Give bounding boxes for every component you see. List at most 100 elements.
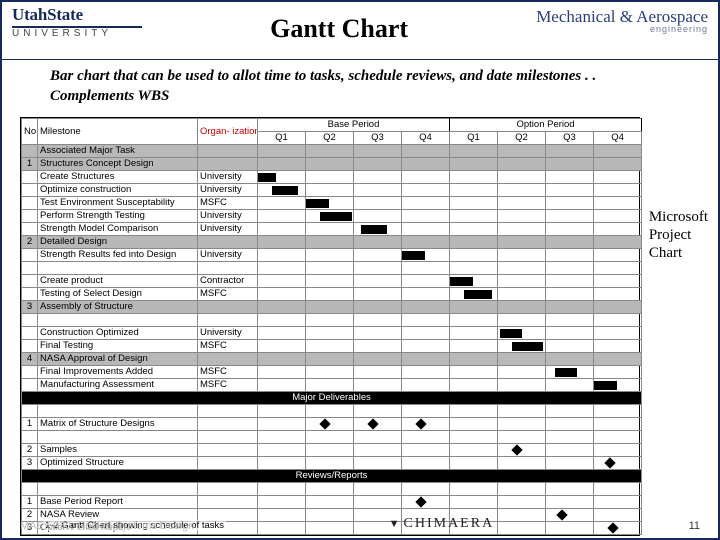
- cell-quarter: [498, 196, 546, 209]
- cell-quarter: [258, 495, 306, 508]
- cell-quarter: [498, 287, 546, 300]
- task-row: Testing of Select DesignMSFC: [22, 287, 642, 300]
- slide-subtitle: Bar chart that can be used to allot time…: [2, 60, 718, 115]
- task-row: 4NASA Approval of Design: [22, 352, 642, 365]
- cell-org: [198, 261, 258, 274]
- cell-quarter: [498, 417, 546, 430]
- task-row: Strength Results fed into DesignUniversi…: [22, 248, 642, 261]
- cell-no: [22, 339, 38, 352]
- cell-quarter: [546, 287, 594, 300]
- cell-org: University: [198, 209, 258, 222]
- side-annotation-l1: Microsoft: [649, 208, 708, 226]
- cell-org: MSFC: [198, 378, 258, 391]
- cell-quarter: [594, 456, 642, 469]
- cell-quarter: [354, 183, 402, 196]
- cell-org: University: [198, 248, 258, 261]
- gantt-bar: [500, 329, 521, 338]
- cell-quarter: [546, 482, 594, 495]
- cell-label: Final Improvements Added: [38, 365, 198, 378]
- cell-quarter: [402, 352, 450, 365]
- deliverable-row: 3Optimized Structure: [22, 456, 642, 469]
- cell-quarter: [450, 235, 498, 248]
- gantt-bar: [512, 342, 543, 351]
- cell-label: Matrix of Structure Designs: [38, 417, 198, 430]
- cell-quarter: [306, 235, 354, 248]
- cell-org: University: [198, 170, 258, 183]
- cell-quarter: [306, 430, 354, 443]
- cell-quarter: [594, 352, 642, 365]
- cell-quarter: [306, 300, 354, 313]
- cell-quarter: [354, 144, 402, 157]
- cell-quarter: [594, 339, 642, 352]
- cell-quarter: [546, 222, 594, 235]
- cell-quarter: [450, 352, 498, 365]
- cell-quarter: [306, 417, 354, 430]
- cell-quarter: [450, 482, 498, 495]
- usu-logo-line1: UtahState: [12, 6, 142, 23]
- cell-quarter: [258, 183, 306, 196]
- col-org-text: Organ- ization: [200, 126, 258, 137]
- cell-quarter: [498, 456, 546, 469]
- cell-quarter: [258, 144, 306, 157]
- cell-quarter: [258, 209, 306, 222]
- cell-quarter: [402, 482, 450, 495]
- cell-quarter: [354, 157, 402, 170]
- task-row: Create productContractor: [22, 274, 642, 287]
- cell-quarter: [498, 313, 546, 326]
- footer-center: CHIMAERA: [389, 516, 495, 532]
- cell-quarter: [546, 378, 594, 391]
- review-row: [22, 482, 642, 495]
- cell-label: [38, 482, 198, 495]
- cell-quarter: [498, 365, 546, 378]
- cell-quarter: [450, 430, 498, 443]
- cell-quarter: [354, 352, 402, 365]
- cell-quarter: [450, 417, 498, 430]
- cell-quarter: [546, 209, 594, 222]
- cell-quarter: [450, 495, 498, 508]
- cell-quarter: [546, 196, 594, 209]
- cell-quarter: [402, 404, 450, 417]
- section-reviews: Reviews/Reports: [22, 469, 642, 482]
- gantt-bar: [402, 251, 425, 260]
- cell-quarter: [594, 196, 642, 209]
- cell-label: [38, 404, 198, 417]
- cell-quarter: [402, 261, 450, 274]
- cell-quarter: [306, 248, 354, 261]
- section-deliverables: Major Deliverables: [22, 391, 642, 404]
- gantt-chart-image: No Milestone Organ- ization Base Period …: [20, 117, 640, 536]
- cell-org: [198, 443, 258, 456]
- cell-quarter: [498, 378, 546, 391]
- cell-label: [38, 261, 198, 274]
- cell-no: 1: [22, 157, 38, 170]
- cell-quarter: [450, 339, 498, 352]
- cell-label: Test Environment Susceptability: [38, 196, 198, 209]
- cell-label: [38, 313, 198, 326]
- col-bq4: Q4: [402, 131, 450, 144]
- cell-quarter: [594, 248, 642, 261]
- cell-quarter: [546, 456, 594, 469]
- deliverable-row: [22, 404, 642, 417]
- cell-quarter: [306, 339, 354, 352]
- task-row: Test Environment SusceptabilityMSFC: [22, 196, 642, 209]
- dept-logo-line1: Mechanical & Aerospace: [536, 8, 708, 25]
- gantt-bar: [306, 199, 329, 208]
- cell-org: [198, 313, 258, 326]
- cell-quarter: [402, 456, 450, 469]
- cell-quarter: [354, 235, 402, 248]
- cell-no: [22, 378, 38, 391]
- cell-quarter: [594, 417, 642, 430]
- cell-quarter: [546, 326, 594, 339]
- gantt-bar: [361, 225, 387, 234]
- cell-quarter: [450, 222, 498, 235]
- cell-quarter: [546, 417, 594, 430]
- cell-quarter: [354, 222, 402, 235]
- deliverable-row: 2Samples: [22, 443, 642, 456]
- cell-quarter: [546, 365, 594, 378]
- side-annotation: Microsoft Project Chart: [649, 208, 708, 262]
- cell-org: [198, 300, 258, 313]
- milestone-diamond-icon: [367, 418, 378, 429]
- milestone-diamond-icon: [415, 496, 426, 507]
- cell-org: [198, 430, 258, 443]
- cell-no: [22, 183, 38, 196]
- cell-org: [198, 352, 258, 365]
